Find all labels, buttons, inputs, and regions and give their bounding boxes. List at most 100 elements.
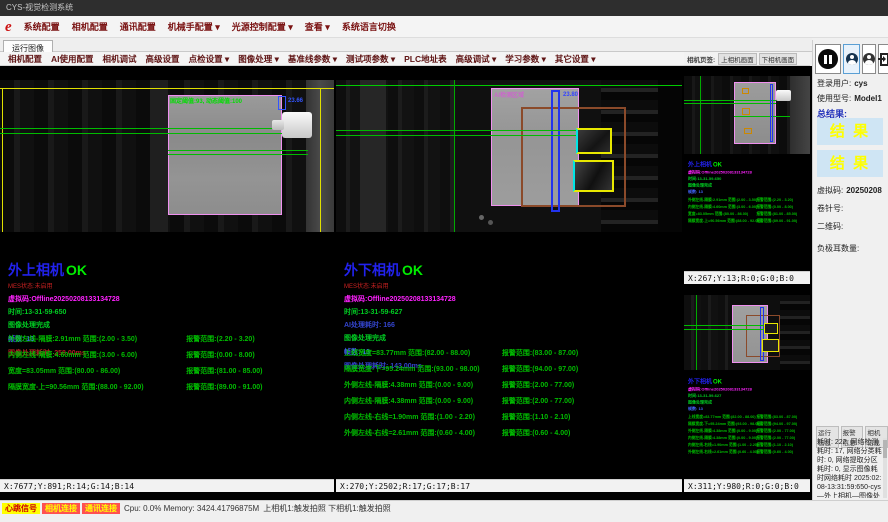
upper-thumb-coord-bar: X:267;Y:13;R:0;G:0;B:0 [684, 271, 810, 284]
main-view: 固定阈值:93, 动态阈值:100 23.66 外上相机OK MES状态:未启用… [0, 66, 812, 500]
machine-dark-edge [658, 80, 682, 232]
capture-time: 时间:13-31-59-650 [688, 176, 810, 182]
login-user-button[interactable] [843, 44, 860, 74]
toolbar-item[interactable]: PLC地址表 [404, 53, 447, 65]
info-scrollbar[interactable] [883, 438, 887, 498]
measure-line [336, 135, 576, 136]
measure-line [734, 116, 790, 117]
tab-count-field: 负极耳数量: [817, 243, 886, 254]
login-user-label: 登录用户: [817, 79, 851, 88]
green-guide-line-v [454, 80, 455, 232]
login-user-value: cys [854, 79, 867, 88]
pause-button[interactable] [815, 44, 841, 74]
virtual-barcode: 虚拟码:Offline20250208133134728 [344, 294, 680, 304]
menu-item[interactable]: 查看 ▾ [305, 20, 330, 33]
ai-detect-box [521, 107, 626, 207]
toolbar: 相机配置 AI使用配置相机调试高级设置点检设置 ▾ 图像处理 ▾ 基准线参数 ▾ 测试项… [0, 52, 684, 66]
machine-band-bright [360, 80, 386, 232]
winding-pin-label: 卷针号: [817, 204, 843, 213]
toolbar-item[interactable]: 学习参数 ▾ [505, 53, 546, 65]
measure-row: 宽度=83.05mm 范围:(80.00 - 86.00)报警范围:(81.00… [8, 366, 332, 376]
measure-row: 外侧左线-隔膜:2.91mm 范围:(2.00 - 3.50)报警范围:(2.2… [8, 334, 332, 344]
measure-line [168, 150, 308, 151]
control-buttons [815, 44, 888, 74]
result-ok: OK [713, 378, 722, 385]
measure-line [336, 130, 576, 131]
lower-coord-bar: X:270;Y:2502;R:17;G:17;B:17 [336, 479, 682, 492]
measure-value-label: 23.80 [563, 92, 578, 98]
camera-tab[interactable]: 上相机画面 [718, 53, 757, 65]
tab-count-label: 负极耳数量: [817, 244, 859, 253]
camera-trigger-status: 上相机1:触发拍照 下相机1:触发拍照 [263, 503, 391, 514]
frame-count: 帧数: 13 [688, 406, 810, 412]
status-badge: 心跳信号 [2, 503, 40, 514]
toolbar-item[interactable]: 相机调试 [103, 53, 137, 65]
toolbar-item[interactable]: 基准线参数 ▾ [288, 53, 337, 65]
camera-tabs-label: 相机页签: [687, 54, 715, 64]
measure-line [684, 329, 764, 330]
operator-button[interactable] [862, 44, 876, 74]
measure-row: 隔膜宽度-下=95.24mm 范围:(93.00 - 98.00)报警范围:(9… [344, 364, 680, 374]
toolbar-item[interactable]: 高级调试 ▾ [456, 53, 497, 65]
screw-detail [488, 220, 493, 225]
qr-code-field: 二维码: [817, 221, 886, 232]
toolbar-item[interactable]: 其它设置 ▾ [555, 53, 596, 65]
toolbar-item[interactable]: AI使用配置 [51, 53, 94, 65]
virtual-code-value: 20250208 [846, 186, 882, 195]
lower-measure-rows: 上线宽度=83.77mm 范围:(82.00 - 88.00)报警范围:(83.… [344, 348, 680, 444]
result-ok: OK [713, 161, 722, 168]
camera-title: 外下相机 [688, 378, 712, 385]
connector-part [282, 112, 312, 138]
upper-thumb-rows: 外侧左线-隔膜:2.91mm 范围:(2.00 - 3.50)报警范围:(2.2… [688, 197, 810, 224]
upper-camera-image[interactable]: 固定阈值:93, 动态阈值:100 23.66 [0, 80, 334, 232]
menu-item[interactable]: 相机配置 [72, 20, 108, 33]
measure-line [684, 103, 776, 104]
menu-item[interactable]: 光源控制配置 ▾ [232, 20, 293, 33]
measure-line [0, 133, 306, 134]
toolbar-item[interactable]: 高级设置 [146, 53, 180, 65]
menu-item[interactable]: 系统配置 [24, 20, 60, 33]
capture-time: 时间:13-31-59-627 [344, 307, 680, 317]
green-guide-line-v [700, 76, 701, 154]
lower-thumb-image[interactable] [684, 295, 810, 370]
yellow-guide-line-h [0, 88, 334, 89]
app-logo-icon: e [5, 20, 12, 34]
measure-marker-box [278, 96, 286, 110]
measure-line [0, 128, 306, 129]
menu-item[interactable]: 系统语言切换 [342, 20, 396, 33]
process-done: 图像处理完成 [344, 333, 680, 343]
toolbar-item[interactable]: 图像处理 ▾ [238, 53, 279, 65]
info-scrollbar-thumb[interactable] [883, 440, 887, 458]
toolbar-item[interactable]: 相机配置 [8, 53, 42, 65]
upper-coord-bar: X:7677;Y:891;R:14;G:14;B:14 [0, 479, 334, 492]
exit-button[interactable] [878, 44, 888, 74]
window-title: CYS-视觉检测系统 [6, 3, 73, 12]
measure-row: 上线宽度=83.77mm 范围:(82.00 - 88.00)报警范围:(83.… [688, 414, 810, 420]
panel-upper-camera: 固定阈值:93, 动态阈值:100 23.66 外上相机OK MES状态:未启用… [0, 66, 334, 492]
lower-thumb-result-block: 外下相机OK 虚拟码:Offline20250208133134728 时间:1… [688, 377, 810, 456]
result-ok: OK [66, 262, 87, 278]
lower-camera-image[interactable]: AI检测区域 23.80 [336, 80, 682, 232]
menu-bar: e 系统配置相机配置通讯配置机械手配置 ▾ 光源控制配置 ▾ 查看 ▾ 系统语言切换 [0, 16, 888, 38]
camera-tab[interactable]: 下相机画面 [759, 53, 798, 65]
toolbar-item[interactable]: 测试项参数 ▾ [346, 53, 395, 65]
ai-region-label: AI检测区域 [494, 90, 524, 99]
measure-row: 内侧左线-隔膜:4.38mm 范围:(0.00 - 9.00)报警范围:(2.0… [344, 396, 680, 406]
virtual-code-label: 虚拟码: [817, 186, 843, 195]
measure-row: 隔膜宽度-下=95.24mm 范围:(93.00 - 98.00)报警范围:(9… [688, 421, 810, 427]
model-label: 使用型号: [817, 94, 851, 103]
defect-roi-box [762, 339, 779, 352]
ai-elapsed: AI处理耗时: 166 [344, 320, 680, 330]
menu-item[interactable]: 通讯配置 [120, 20, 156, 33]
mes-status: MES状态:未启用 [8, 281, 332, 290]
toolbar-item[interactable]: 点检设置 ▾ [189, 53, 230, 65]
green-guide-line-v [696, 295, 697, 370]
measure-row: 上线宽度=83.77mm 范围:(82.00 - 88.00)报警范围:(83.… [344, 348, 680, 358]
measure-marker-box [551, 90, 560, 212]
upper-thumb-image[interactable] [684, 76, 810, 154]
yellow-guide-line-v-right [320, 88, 321, 232]
measure-row: 外侧左线-隔膜:4.38mm 范围:(0.00 - 9.00)报警范围:(2.0… [344, 380, 680, 390]
virtual-barcode: 虚拟码:Offline20250208133134728 [688, 170, 810, 176]
connector-part [776, 90, 791, 101]
menu-item[interactable]: 机械手配置 ▾ [168, 20, 220, 33]
